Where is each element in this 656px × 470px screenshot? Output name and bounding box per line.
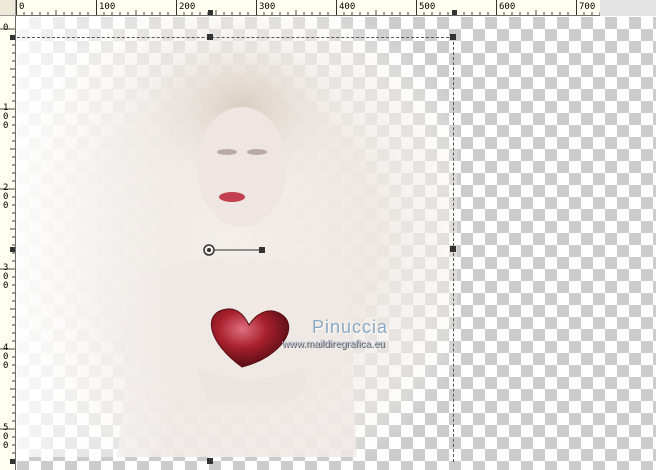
- ruler-label-200: 200: [3, 183, 9, 211]
- watermark-name: Pinuccia: [312, 317, 389, 337]
- watermark-url: www.maildiregrafica.eu: [282, 339, 385, 350]
- ruler-label-300: 300: [3, 263, 9, 291]
- square-handle-icon[interactable]: [207, 34, 213, 40]
- ruler-label-400: 400: [3, 343, 9, 371]
- ruler-end: [600, 0, 656, 16]
- ruler-label-500: 500: [3, 423, 9, 451]
- ruler-left-ticks: [0, 28, 15, 464]
- square-handle-icon[interactable]: [450, 34, 456, 40]
- vertical-ruler[interactable]: 0 100 200 300 400 500: [0, 16, 16, 470]
- image-canvas[interactable]: Pinuccia www.maildiregrafica.eu: [17, 17, 656, 470]
- ruler-label-0: 0: [3, 23, 9, 33]
- horizontal-ruler[interactable]: 0 100 200 300 400 500 600 700: [16, 0, 656, 16]
- square-handle-icon[interactable]: [207, 458, 213, 464]
- ruler-label-100: 100: [3, 103, 9, 131]
- ruler-minor-ticks: [23, 10, 617, 15]
- ruler-corner: [0, 0, 16, 16]
- rotation-pivot-icon[interactable]: [201, 242, 271, 258]
- square-handle-icon[interactable]: [450, 246, 456, 252]
